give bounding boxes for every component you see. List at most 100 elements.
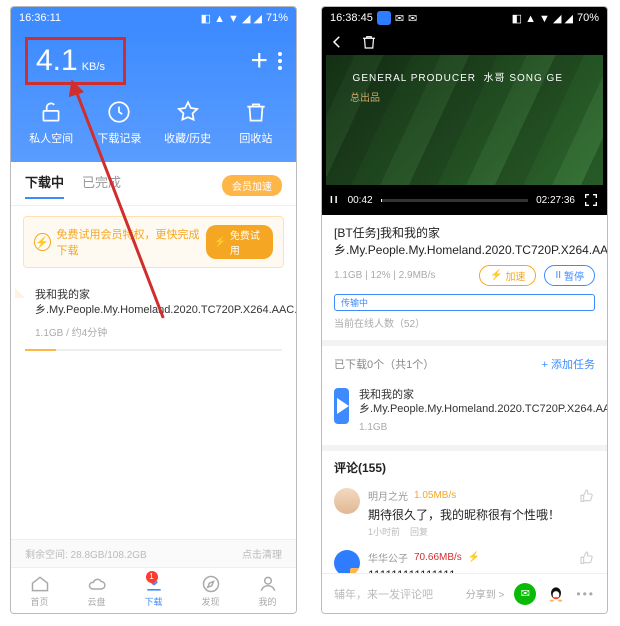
video-controls: II 00:42 02:27:36 (322, 185, 607, 215)
subtask-size: 1.1GB (359, 421, 387, 435)
compass-icon (201, 574, 221, 594)
qq-share-button[interactable] (546, 583, 566, 605)
nav-me[interactable]: 我的 (258, 574, 278, 608)
speed-unit: KB/s (82, 61, 105, 73)
credit-en: GENERAL PRODUCER (353, 73, 476, 84)
status-icons: ◧ ▲ ▼ ◢ ◢ (201, 12, 262, 25)
recycle-bin-button[interactable]: 回收站 (222, 99, 290, 146)
bolt-icon: ⚡ (34, 233, 51, 251)
subtask-item[interactable]: 我和我的家乡.My.People.My.Homeland.2020.TC720P… (322, 382, 607, 445)
comment-user[interactable]: 明月之光 (368, 488, 408, 503)
wechat-share-button[interactable]: ✉ (514, 583, 536, 605)
add-task-button[interactable]: + (250, 44, 268, 78)
home-icon (30, 574, 50, 594)
like-button[interactable] (579, 488, 595, 504)
task-meta: 1.1GB | 12% | 2.9MB/s (334, 270, 435, 281)
nav-label: 私人空间 (29, 130, 73, 146)
nav-home[interactable]: 首页 (30, 574, 50, 608)
comment-speed: 70.66MB/s (414, 552, 462, 563)
video-position: 00:42 (348, 195, 373, 206)
favorites-button[interactable]: 收藏/历史 (154, 99, 222, 146)
download-size: 1.1GB / 约4分钟 (35, 324, 107, 339)
comment-text: 期待很久了，我的昵称很有个性哦！ (368, 506, 571, 523)
seek-bar[interactable] (381, 199, 528, 202)
avatar[interactable] (334, 488, 360, 514)
private-space-button[interactable]: 私人空间 (17, 99, 85, 146)
share-label: 分享到 > (466, 586, 505, 601)
status-battery: 70% (577, 12, 599, 24)
like-button[interactable] (579, 550, 595, 566)
pause-button[interactable]: II 暂停 (544, 265, 595, 286)
status-bar: 16:38:45 ✉ ✉ ◧ ▲ ▼ ◢ ◢ 70% (322, 7, 607, 29)
status-battery: 71% (266, 12, 288, 24)
tab-downloading[interactable]: 下载中 (25, 172, 64, 199)
subtask-count: 已下载0个（共1个） (334, 356, 434, 372)
status-time: 16:38:45 (330, 12, 373, 24)
subtask-title: 我和我的家乡.My.People.My.Homeland.2020.TC720P… (359, 388, 608, 418)
online-count: 当前在线人数（52） (334, 315, 425, 330)
more-share-button[interactable]: ••• (576, 587, 595, 601)
comment-item: 明月之光 1.05MB/s 期待很久了，我的昵称很有个性哦！ 1小时前 回复 (322, 482, 607, 544)
right-phone: 16:38:45 ✉ ✉ ◧ ▲ ▼ ◢ ◢ 70% GENERAL PRODU… (321, 6, 608, 614)
nav-label: 收藏/历史 (164, 130, 211, 146)
status-icons: ◧ ▲ ▼ ◢ ◢ (512, 12, 573, 25)
video-duration: 02:27:36 (536, 195, 575, 206)
wechat-mini-icon: ✉ (395, 12, 404, 25)
nav-shortcut-row: 私人空间 下载记录 收藏/历史 回收站 (11, 85, 296, 162)
nav-cloud[interactable]: 云盘 (87, 574, 107, 608)
speed-header: 4.1 KB/s + (11, 29, 296, 85)
task-header: [BT任务]我和我的家乡.My.People.My.Homeland.2020.… (322, 215, 607, 263)
trash-icon (243, 99, 269, 125)
producer-logo: 总出品 (350, 89, 380, 104)
add-subtask-button[interactable]: + 添加任务 (542, 356, 595, 372)
vip-accel-button[interactable]: 会员加速 (222, 175, 282, 196)
promo-banner[interactable]: ⚡ 免费试用会员特权，更快完成下载 ⚡免费试用 (23, 216, 284, 268)
trash-icon[interactable] (360, 33, 378, 51)
more-menu-button[interactable] (268, 52, 282, 70)
subtask-header: 已下载0个（共1个） + 添加任务 (322, 346, 607, 382)
accelerate-button[interactable]: ⚡加速 (479, 265, 536, 286)
bottom-nav: 首页 云盘 1 下载 发现 我的 (11, 567, 296, 613)
comment-input[interactable]: 辅年，来一发评论吧 (334, 586, 456, 602)
comment-input-bar: 辅年，来一发评论吧 分享到 > ✉ ••• (322, 573, 607, 613)
storage-free: 剩余空间: 28.8GB/108.2GB (25, 546, 147, 561)
task-title: [BT任务]我和我的家乡.My.People.My.Homeland.2020.… (334, 225, 608, 259)
star-icon (175, 99, 201, 125)
clean-button[interactable]: 点击清理 (242, 546, 282, 561)
download-badge: 1 (146, 571, 158, 583)
nav-label: 下载记录 (97, 130, 141, 146)
promo-try-button[interactable]: ⚡免费试用 (206, 225, 273, 259)
credit-cn: 水哥 SONG GE (484, 73, 563, 84)
bolt-icon: ⚡ (468, 552, 480, 563)
cloud-icon (87, 574, 107, 594)
comment-user[interactable]: 华华公子 (368, 550, 408, 565)
back-icon[interactable] (328, 33, 346, 51)
download-progress (25, 349, 282, 351)
app-icon (377, 11, 391, 25)
comment-speed: 1.05MB/s (414, 490, 456, 501)
qq-icon (546, 583, 566, 605)
nav-download[interactable]: 1 下载 (144, 574, 164, 608)
video-player[interactable]: GENERAL PRODUCER 水哥 SONG GE 总出品 II 00:42… (322, 29, 607, 215)
download-title: 我和我的家乡.My.People.My.Homeland.2020.TC720P… (35, 288, 297, 318)
status-time: 16:36:11 (19, 12, 61, 24)
nav-discover[interactable]: 发现 (201, 574, 221, 608)
video-file-icon (334, 388, 349, 424)
nav-label: 回收站 (239, 130, 272, 146)
wechat-mini-icon2: ✉ (408, 12, 417, 25)
storage-bar: 剩余空间: 28.8GB/108.2GB 点击清理 (11, 539, 296, 567)
status-chip: 传输中 (334, 294, 595, 311)
tabs-row: 下载中 已完成 会员加速 (11, 162, 296, 206)
left-phone: 16:36:11 ◧ ▲ ▼ ◢ ◢ 71% 4.1 KB/s + 私人空间 下… (10, 6, 297, 614)
speed-value: 4.1 (36, 44, 78, 78)
comment-time: 1小时前 (368, 525, 400, 538)
reply-button[interactable]: 回复 (410, 525, 428, 538)
clock-icon (106, 99, 132, 125)
user-icon (258, 574, 278, 594)
status-bar: 16:36:11 ◧ ▲ ▼ ◢ ◢ 71% (11, 7, 296, 29)
avatar[interactable] (334, 550, 360, 576)
lock-open-icon (38, 99, 64, 125)
fullscreen-icon[interactable] (583, 192, 599, 208)
video-frame[interactable]: GENERAL PRODUCER 水哥 SONG GE 总出品 (326, 55, 603, 185)
play-pause-button[interactable]: II (330, 195, 340, 206)
